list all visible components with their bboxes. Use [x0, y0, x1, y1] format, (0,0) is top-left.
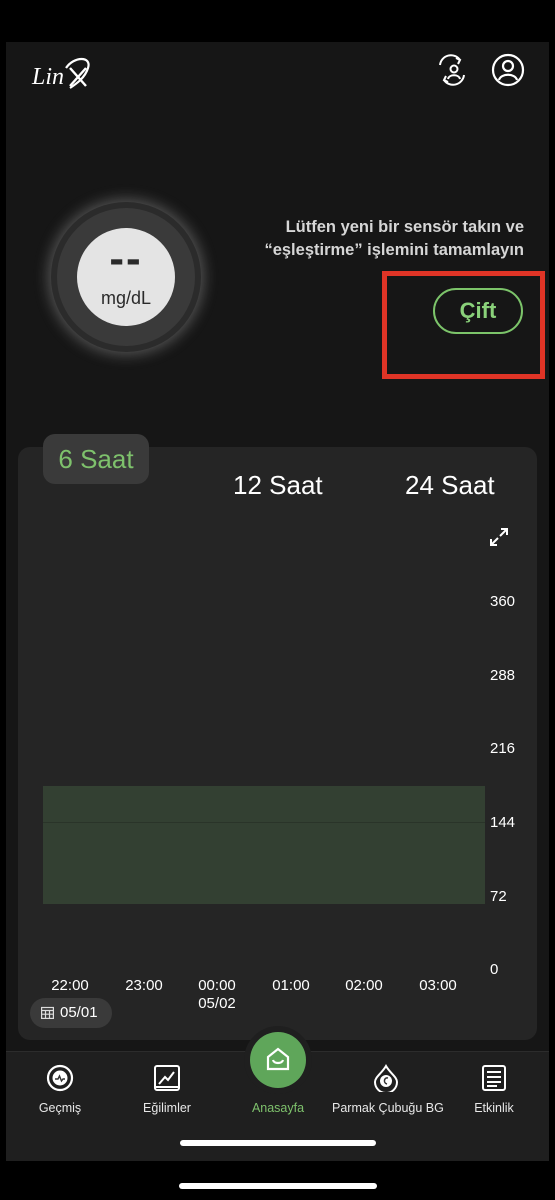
y-tick-label: 216 [490, 740, 516, 757]
app-screen: Lin -- mg/dL Lütfen yeni bir sensör takı… [6, 42, 549, 1161]
system-home-indicator [179, 1183, 377, 1189]
nav-label-events: Etkinlik [474, 1101, 514, 1115]
svg-text:Lin: Lin [31, 64, 64, 90]
history-icon [46, 1064, 74, 1092]
switch-user-icon[interactable] [434, 52, 470, 88]
x-tick-label: 01:00 [272, 977, 310, 994]
glucose-dial-face: -- mg/dL [77, 228, 175, 326]
x-date-label: 05/02 [198, 995, 236, 1012]
nav-label-finger-stick: Parmak Çubuğu BG [332, 1101, 444, 1115]
target-range-band [43, 786, 485, 904]
glucose-value: -- [109, 234, 143, 283]
nav-item-history[interactable]: Geçmiş [6, 1052, 114, 1132]
x-tick-label: 22:00 [51, 977, 89, 994]
nav-item-trends[interactable]: Eğilimler [113, 1052, 221, 1132]
calendar-icon [41, 1006, 54, 1019]
nav-label-home: Anasayfa [251, 1101, 305, 1115]
x-tick-label: 23:00 [125, 977, 163, 994]
y-tick-label: 360 [490, 593, 516, 610]
x-tick-label: 00:00 [198, 977, 236, 994]
sensor-prompt-line-1: Lütfen yeni bir sensör takın ve [285, 218, 524, 236]
expand-icon[interactable] [489, 527, 509, 547]
tab-6-hours[interactable]: 6 Saat [43, 434, 149, 484]
trends-icon [154, 1065, 180, 1091]
home-icon [266, 1047, 290, 1071]
date-chip-label: 05/01 [60, 1004, 98, 1021]
x-tick-label: 02:00 [345, 977, 383, 994]
chart-card: 6 Saat 12 Saat 24 Saat 360 288 216 144 7… [18, 434, 537, 1040]
linx-logo: Lin [31, 57, 90, 90]
target-range-midline [43, 822, 485, 823]
y-tick-label: 288 [490, 667, 516, 684]
sensor-prompt-line-2: “eşleştirme” işlemini tamamlayın [264, 241, 524, 259]
finger-stick-icon [373, 1064, 399, 1092]
bottom-nav: Geçmiş Eğilimler Anasayfa Parmak Çubuğu … [6, 1032, 549, 1161]
events-icon [482, 1065, 506, 1091]
tab-12-hours[interactable]: 12 Saat [233, 470, 323, 501]
y-tick-label: 0 [490, 961, 499, 978]
glucose-dial-ring: -- mg/dL [57, 208, 195, 346]
nav-item-finger-stick[interactable]: Parmak Çubuğu BG [332, 1052, 444, 1132]
y-tick-label: 144 [490, 814, 516, 831]
tab-24-hours[interactable]: 24 Saat [405, 470, 495, 501]
pair-button[interactable]: Çift [433, 288, 523, 334]
x-tick-label: 03:00 [419, 977, 457, 994]
profile-icon[interactable] [490, 52, 526, 88]
date-chip[interactable]: 05/01 [30, 998, 112, 1028]
app-home-indicator [180, 1140, 376, 1146]
sensor-prompt-message: Lütfen yeni bir sensör takın ve “eşleşti… [194, 216, 524, 262]
glucose-dial: -- mg/dL [51, 202, 201, 352]
y-tick-label: 72 [490, 888, 507, 905]
home-button[interactable] [250, 1032, 306, 1088]
nav-item-events[interactable]: Etkinlik [440, 1052, 548, 1132]
nav-label-trends: Eğilimler [143, 1101, 191, 1115]
nav-label-history: Geçmiş [38, 1101, 82, 1115]
glucose-unit: mg/dL [100, 288, 152, 308]
